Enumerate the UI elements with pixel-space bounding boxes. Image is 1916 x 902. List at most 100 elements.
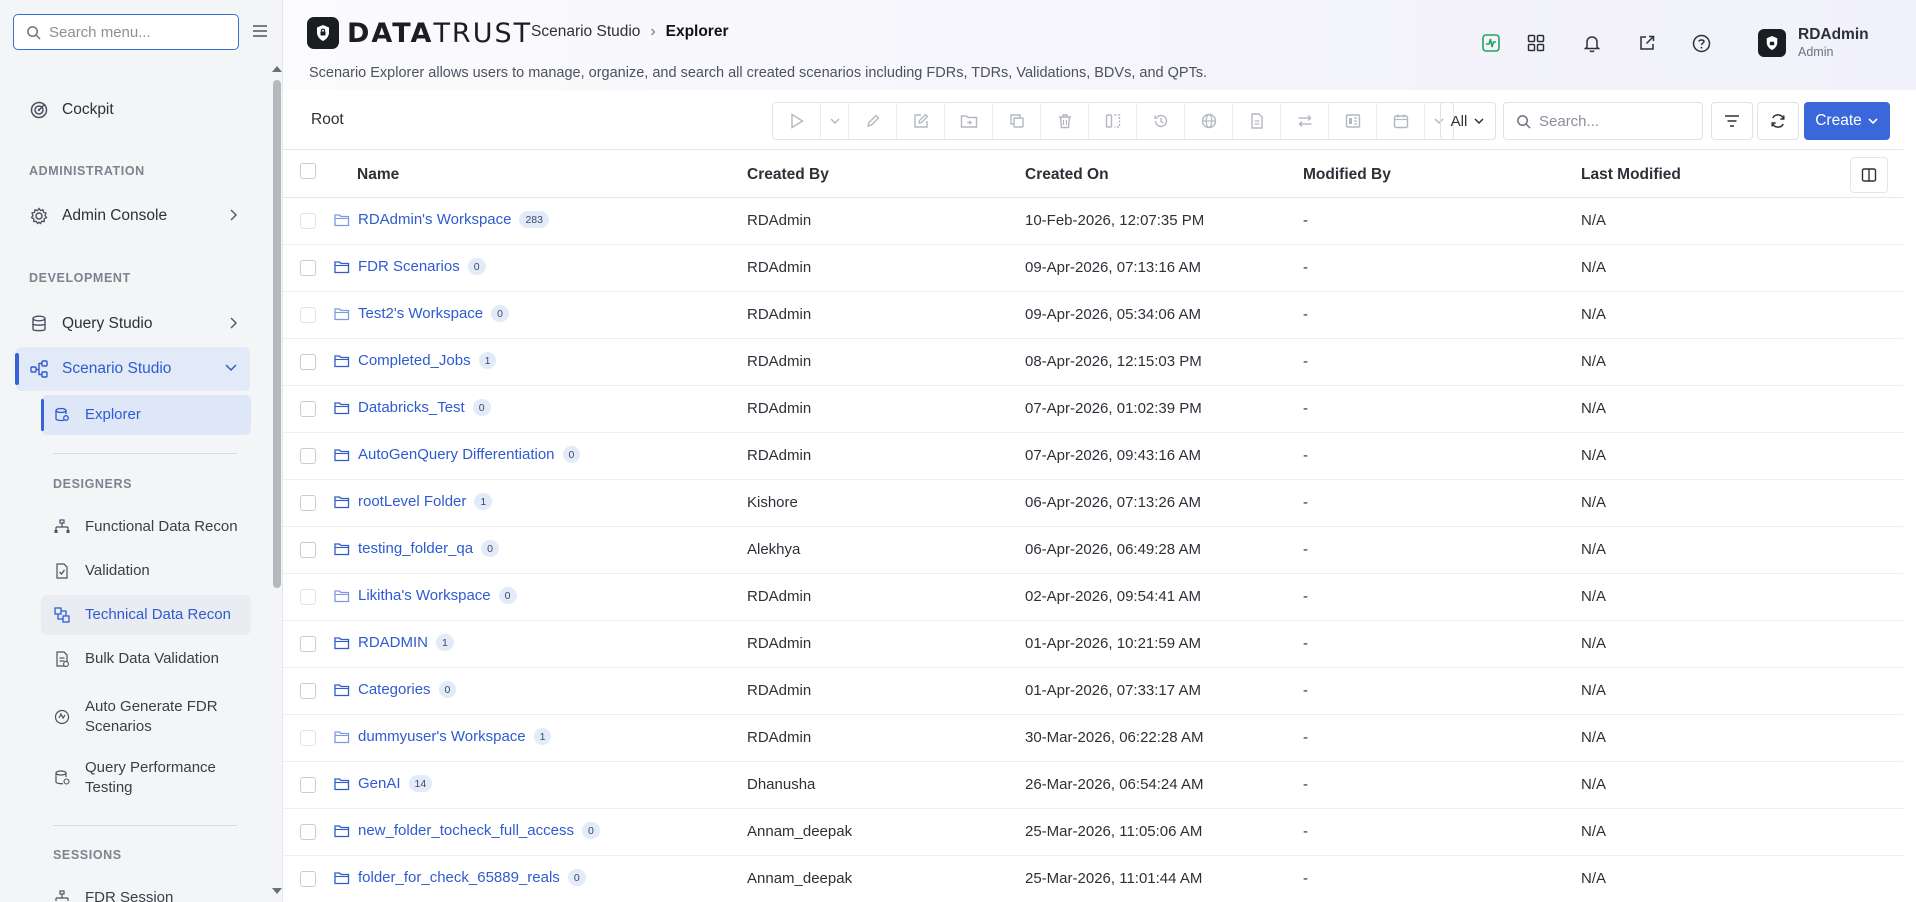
- folder-name-link[interactable]: RDAdmin's Workspace 283: [334, 211, 549, 228]
- sidebar-item-query-performance-testing[interactable]: Query Performance Testing: [41, 753, 251, 803]
- type-filter-select[interactable]: All: [1440, 102, 1496, 140]
- refresh-button[interactable]: [1757, 102, 1799, 140]
- activity-status-icon[interactable]: [1479, 31, 1503, 55]
- table-row[interactable]: Completed_Jobs 1 RDAdmin 08-Apr-2026, 12…: [283, 339, 1903, 386]
- apps-grid-icon[interactable]: [1524, 31, 1548, 55]
- row-checkbox[interactable]: [300, 730, 316, 746]
- folder-name-link[interactable]: GenAI 14: [334, 775, 433, 792]
- history-button[interactable]: [1137, 103, 1185, 139]
- column-header-modified-by[interactable]: Modified By: [1303, 166, 1391, 184]
- sidebar-item-query-studio[interactable]: Query Studio: [16, 302, 250, 346]
- row-checkbox[interactable]: [300, 213, 316, 229]
- column-settings-button[interactable]: [1850, 157, 1888, 193]
- column-header-last-modified[interactable]: Last Modified: [1581, 166, 1681, 184]
- sidebar-item-fdr-session[interactable]: FDR Session: [41, 878, 251, 902]
- row-checkbox[interactable]: [300, 307, 316, 323]
- sidebar-scrollbar[interactable]: [273, 80, 281, 588]
- sidebar-item-cockpit[interactable]: Cockpit: [16, 88, 250, 132]
- scroll-up-arrow[interactable]: [272, 66, 282, 72]
- explorer-search-input[interactable]: [1539, 112, 1689, 130]
- edit-button[interactable]: [849, 103, 897, 139]
- folder-name-link[interactable]: folder_for_check_65889_reals 0: [334, 869, 586, 886]
- table-row[interactable]: new_folder_tocheck_full_access 0 Annam_d…: [283, 809, 1903, 856]
- sidebar-item-functional-data-recon[interactable]: Functional Data Recon: [41, 507, 251, 547]
- export-button[interactable]: [1329, 103, 1377, 139]
- row-checkbox[interactable]: [300, 542, 316, 558]
- transfer-button[interactable]: [1281, 103, 1329, 139]
- table-row[interactable]: rootLevel Folder 1 Kishore 06-Apr-2026, …: [283, 480, 1903, 527]
- folder-name-link[interactable]: Categories 0: [334, 681, 457, 698]
- row-checkbox[interactable]: [300, 448, 316, 464]
- schedule-button[interactable]: [1377, 103, 1425, 139]
- table-row[interactable]: dummyuser's Workspace 1 RDAdmin 30-Mar-2…: [283, 715, 1903, 762]
- folder-name-link[interactable]: Likitha's Workspace 0: [334, 587, 517, 604]
- folder-name-link[interactable]: testing_folder_qa 0: [334, 540, 499, 557]
- column-header-name[interactable]: Name: [357, 166, 399, 184]
- row-checkbox[interactable]: [300, 824, 316, 840]
- folder-name-link[interactable]: RDADMIN 1: [334, 634, 454, 651]
- sidebar-item-scenario-studio[interactable]: Scenario Studio: [15, 347, 250, 391]
- table-row[interactable]: FDR Scenarios 0 RDAdmin 09-Apr-2026, 07:…: [283, 245, 1903, 292]
- user-menu[interactable]: RDAdmin Admin: [1758, 26, 1869, 59]
- folder-name-link[interactable]: AutoGenQuery Differentiation 0: [334, 446, 581, 463]
- external-link-icon[interactable]: [1635, 31, 1659, 55]
- row-checkbox[interactable]: [300, 589, 316, 605]
- folder-name-link[interactable]: FDR Scenarios 0: [334, 258, 486, 275]
- row-checkbox[interactable]: [300, 495, 316, 511]
- table-row[interactable]: testing_folder_qa 0 Alekhya 06-Apr-2026,…: [283, 527, 1903, 574]
- row-checkbox[interactable]: [300, 401, 316, 417]
- column-header-created-by[interactable]: Created By: [747, 166, 829, 184]
- publish-button[interactable]: [1185, 103, 1233, 139]
- row-checkbox[interactable]: [300, 260, 316, 276]
- explorer-search-box[interactable]: [1503, 102, 1703, 140]
- select-all-checkbox[interactable]: [300, 163, 316, 179]
- menu-search-input[interactable]: [49, 23, 219, 41]
- sidebar-item-explorer[interactable]: Explorer: [41, 395, 251, 435]
- row-checkbox[interactable]: [300, 683, 316, 699]
- table-row[interactable]: Likitha's Workspace 0 RDAdmin 02-Apr-202…: [283, 574, 1903, 621]
- sidebar-divider: [53, 453, 237, 454]
- report-button[interactable]: [1233, 103, 1281, 139]
- breadcrumb-scenario-studio[interactable]: Scenario Studio: [531, 23, 640, 41]
- sidebar-item-admin-console[interactable]: Admin Console: [16, 194, 250, 238]
- folder-name-link[interactable]: Completed_Jobs 1: [334, 352, 497, 369]
- run-button[interactable]: [773, 103, 821, 139]
- table-row[interactable]: RDAdmin's Workspace 283 RDAdmin 10-Feb-2…: [283, 198, 1903, 245]
- delete-button[interactable]: [1041, 103, 1089, 139]
- table-row[interactable]: folder_for_check_65889_reals 0 Annam_dee…: [283, 856, 1903, 902]
- compare-button[interactable]: [1089, 103, 1137, 139]
- sidebar-item-auto-generate-fdr[interactable]: Auto Generate FDR Scenarios: [41, 692, 251, 742]
- table-row[interactable]: AutoGenQuery Differentiation 0 RDAdmin 0…: [283, 433, 1903, 480]
- row-checkbox[interactable]: [300, 636, 316, 652]
- hamburger-menu-icon[interactable]: [252, 24, 268, 43]
- table-row[interactable]: Test2's Workspace 0 RDAdmin 09-Apr-2026,…: [283, 292, 1903, 339]
- table-row[interactable]: Categories 0 RDAdmin 01-Apr-2026, 07:33:…: [283, 668, 1903, 715]
- copy-button[interactable]: [993, 103, 1041, 139]
- folder-name-link[interactable]: Databricks_Test 0: [334, 399, 491, 416]
- sidebar-item-bulk-data-validation[interactable]: Bulk Data Validation: [41, 639, 251, 679]
- table-row[interactable]: Databricks_Test 0 RDAdmin 07-Apr-2026, 0…: [283, 386, 1903, 433]
- sidebar-item-technical-data-recon[interactable]: Technical Data Recon: [41, 595, 251, 635]
- create-button[interactable]: Create: [1804, 102, 1890, 140]
- row-checkbox[interactable]: [300, 871, 316, 887]
- menu-search-box[interactable]: [13, 14, 239, 50]
- move-button[interactable]: [945, 103, 993, 139]
- filter-button[interactable]: [1711, 102, 1753, 140]
- folder-name-link[interactable]: new_folder_tocheck_full_access 0: [334, 822, 600, 839]
- bell-icon[interactable]: [1580, 31, 1604, 55]
- table-row[interactable]: GenAI 14 Dhanusha 26-Mar-2026, 06:54:24 …: [283, 762, 1903, 809]
- rename-button[interactable]: [897, 103, 945, 139]
- help-icon[interactable]: [1689, 31, 1713, 55]
- table-row[interactable]: RDADMIN 1 RDAdmin 01-Apr-2026, 10:21:59 …: [283, 621, 1903, 668]
- brand-logo[interactable]: DATATRUST: [307, 17, 532, 49]
- folder-name-link[interactable]: rootLevel Folder 1: [334, 493, 493, 510]
- row-checkbox[interactable]: [300, 354, 316, 370]
- row-checkbox[interactable]: [300, 777, 316, 793]
- folder-name-link[interactable]: Test2's Workspace 0: [334, 305, 509, 322]
- scroll-down-arrow[interactable]: [272, 888, 282, 894]
- column-header-created-on[interactable]: Created On: [1025, 166, 1109, 184]
- sidebar-item-validation[interactable]: Validation: [41, 551, 251, 591]
- run-options-dropdown[interactable]: [821, 103, 849, 139]
- created-by-cell: RDAdmin: [747, 400, 812, 417]
- folder-name-link[interactable]: dummyuser's Workspace 1: [334, 728, 552, 745]
